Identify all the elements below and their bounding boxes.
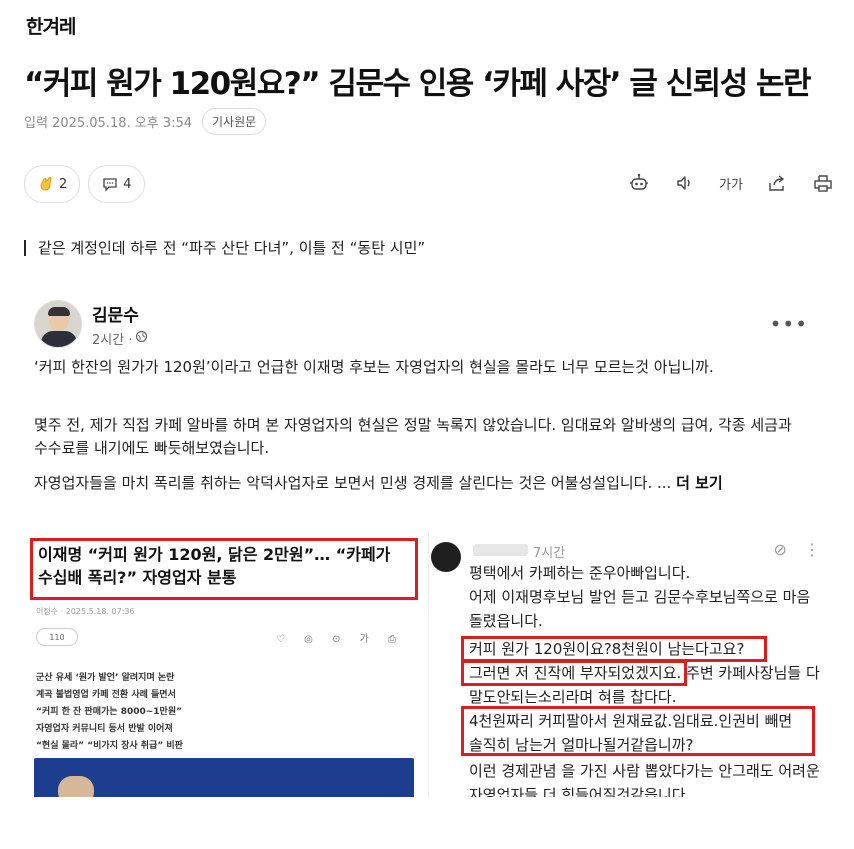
community-line: 평택에서 카페하는 준우아빠입니다. bbox=[469, 564, 691, 582]
summary-line: “현실 몰라” “비가지 장사 취급” 비판 bbox=[36, 741, 183, 751]
post-time: 2시간 · bbox=[92, 332, 133, 348]
news-photo bbox=[34, 758, 414, 797]
community-post-screenshot-image[interactable]: 7시간 ⊘ ⋮ 평택에서 카페하는 준우아빠입니다. 어제 이재명후보님 발언 … bbox=[428, 532, 832, 797]
print-icon[interactable] bbox=[810, 170, 836, 196]
summary-line: 자영업자 커뮤니티 등서 반발 이어져 bbox=[36, 724, 173, 734]
post-paragraph-2: 몇주 전, 제가 직접 카페 알바를 하며 본 자영업자의 현실은 정말 녹록지… bbox=[34, 416, 792, 457]
news-screenshot-image[interactable]: 이재명 “커피 원가 120원, 닭은 2만원”… “카페가 수십배 폭리?” … bbox=[26, 532, 424, 797]
subhead-text: 같은 계정인데 하루 전 “파주 산단 다녀”, 이틀 전 “동탄 시민” bbox=[38, 239, 426, 257]
community-line: 어제 이재명후보님 발언 듣고 김문수후보님쪽으로 마음 bbox=[469, 588, 811, 606]
article-headline: “커피 원가 120원요?” 김문수 인용 ‘카페 사장’ 글 신뢰성 논란 bbox=[24, 66, 812, 102]
community-line: 커피 원가 120원이요?8천원이 남는다고요? bbox=[469, 640, 745, 658]
community-line: 4천원짜리 커피팔아서 원재료값.임대료.인권비 빼면 bbox=[469, 712, 793, 730]
article-meta: 입력 2025.05.18. 오후 3:54 기사원문 bbox=[24, 108, 267, 135]
news-screenshot-toolbar: ♡ ◎ ⊙ 가 ⎙ bbox=[276, 634, 404, 645]
comment-count: 4 bbox=[123, 176, 132, 192]
globe-icon bbox=[135, 330, 148, 347]
community-line: 이런 경제관념 을 가진 사람 뽑았다가는 안그래도 어려운 bbox=[469, 762, 820, 780]
speaker-icon[interactable] bbox=[672, 170, 698, 196]
blurred-username bbox=[473, 544, 528, 556]
article-subheading: 같은 계정인데 하루 전 “파주 산단 다녀”, 이틀 전 “동탄 시민” bbox=[24, 237, 425, 258]
post-time-row: 2시간 · bbox=[92, 329, 148, 348]
summary-line: “커피 한 잔 판매가는 8000~1만원” bbox=[36, 707, 183, 717]
community-line: 자영업자들 더 힘들어질것같읍니다. bbox=[469, 786, 691, 797]
community-line: 솔직히 남는거 얼마나될거같읍니까? bbox=[469, 736, 694, 754]
news-screenshot-byline: 이정수 · 2025.5.18. 07:36 bbox=[36, 607, 135, 616]
more-options-icon[interactable]: ••• bbox=[770, 312, 808, 336]
embedded-facebook-post: 김문수 2시간 · ••• ‘커피 한잔의 원가가 120원’이라고 언급한 이… bbox=[26, 292, 832, 797]
news-screenshot-count: 110 bbox=[36, 628, 78, 646]
clap-icon bbox=[37, 175, 55, 193]
news-screenshot-title: 이재명 “커피 원가 120원, 닭은 2만원”… “카페가 수십배 폭리?” … bbox=[38, 545, 391, 587]
like-button[interactable]: 2 bbox=[24, 165, 81, 203]
publish-date: 입력 2025.05.18. 오후 3:54 bbox=[24, 116, 192, 131]
community-post-time: 7시간 bbox=[533, 546, 566, 561]
original-article-button[interactable]: 기사원문 bbox=[202, 108, 267, 135]
article-toolbar: 가가 bbox=[626, 170, 836, 196]
like-count: 2 bbox=[59, 176, 68, 192]
news-screenshot-summary: 군산 유세 ‘원가 발언’ 알려지며 논란 계곡 불법영업 카페 전환 사례 들… bbox=[36, 670, 286, 755]
summary-line: 군산 유세 ‘원가 발언’ 알려지며 논란 bbox=[36, 673, 175, 683]
subhead-bar bbox=[24, 239, 26, 256]
post-header: 김문수 2시간 · bbox=[34, 300, 148, 348]
post-paragraph-1: ‘커피 한잔의 원가가 120원’이라고 언급한 이재명 후보는 자영업자의 현… bbox=[34, 358, 714, 376]
font-size-icon[interactable]: 가가 bbox=[718, 170, 744, 196]
robot-icon[interactable] bbox=[626, 170, 652, 196]
community-avatar bbox=[431, 542, 461, 572]
post-paragraph-3-text: 자영업자들을 마치 폭리를 취하는 악덕사업자로 보면서 민생 경제를 살린다는… bbox=[34, 474, 672, 492]
post-author: 김문수 bbox=[92, 305, 139, 326]
post-author-block: 김문수 2시간 · bbox=[92, 301, 148, 348]
summary-line: 계곡 불법영업 카페 전환 사례 들면서 bbox=[36, 690, 176, 700]
site-logo[interactable]: 한겨레 bbox=[26, 12, 76, 39]
comment-icon bbox=[101, 175, 119, 193]
community-line: 돌렸읍니다. bbox=[469, 612, 543, 630]
see-more-link[interactable]: 더 보기 bbox=[676, 474, 723, 492]
avatar bbox=[34, 300, 82, 348]
community-line: 말도안되는소리라며 혀를 찹다다. bbox=[469, 688, 677, 706]
community-line: 그러면 저 진작에 부자되었겠지요. 주변 카페사장님들 다 bbox=[469, 664, 820, 682]
community-post-icons: ⊘ ⋮ bbox=[773, 540, 826, 559]
share-icon[interactable] bbox=[764, 170, 790, 196]
post-image-grid: 이재명 “커피 원가 120원, 닭은 2만원”… “카페가 수십배 폭리?” … bbox=[26, 532, 832, 797]
reaction-bar: 2 4 bbox=[24, 165, 145, 203]
post-paragraph-3: 자영업자들을 마치 폭리를 취하는 악덕사업자로 보면서 민생 경제를 살린다는… bbox=[34, 472, 794, 495]
comment-button[interactable]: 4 bbox=[88, 165, 145, 203]
